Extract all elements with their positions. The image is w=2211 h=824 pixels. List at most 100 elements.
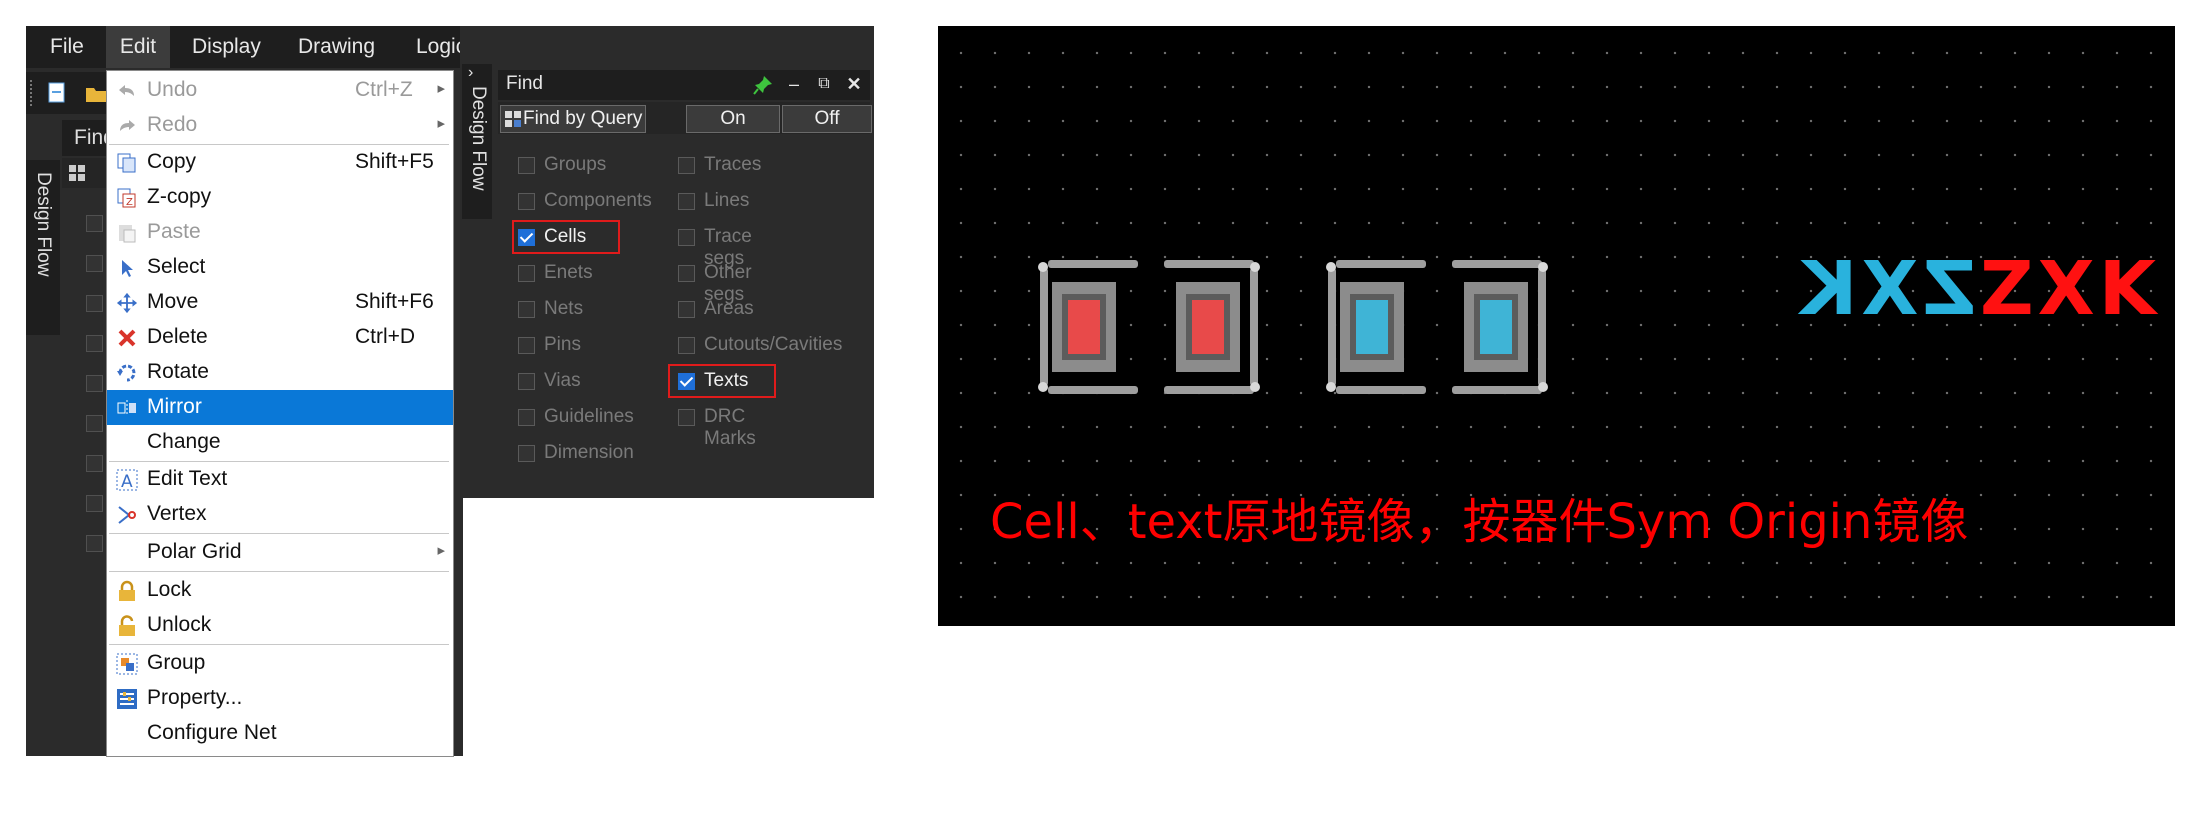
svg-text:A: A [121,472,133,491]
menu-edit[interactable]: Edit [106,26,170,68]
menu-display[interactable]: Display [192,26,261,68]
menu-separator [109,571,449,572]
undo-icon [119,85,134,96]
vertex-icon [118,506,136,524]
minimize-icon[interactable]: – [782,72,806,96]
checkbox-box[interactable] [518,337,535,354]
property-icon [117,689,137,709]
checkbox-box[interactable] [678,193,695,210]
menu-item-property[interactable]: Property... [107,681,453,716]
grid-query-icon [505,111,521,127]
checkbox-box[interactable] [678,157,695,174]
pin-icon[interactable] [752,74,774,96]
background-checkbox[interactable] [86,255,103,272]
secondary-toolbar [26,72,116,114]
close-panel-icon[interactable]: ✕ [842,72,866,96]
menu-separator [109,533,449,534]
grid-query-icon-left[interactable] [68,164,86,182]
background-checkbox[interactable] [86,295,103,312]
group-icon [116,653,138,675]
menu-item-lock[interactable]: Lock [107,573,453,608]
menu-item-edit-text[interactable]: A Edit Text [107,462,453,497]
design-flow-tab-left[interactable]: Design Flow [26,160,60,335]
collapse-arrow-icon[interactable]: › [468,64,473,82]
design-flow-tab[interactable]: › Design Flow [462,64,492,219]
menu-item-unlock[interactable]: Unlock [107,608,453,643]
find-panel-title: Find [506,73,543,94]
redo-icon [120,120,135,131]
delete-icon [118,329,136,347]
cell-cyan-left[interactable] [1326,260,1438,394]
toolbar2-grip[interactable] [30,80,36,106]
find-by-query-label: Find by Query [523,108,643,129]
checkbox-box[interactable] [518,373,535,390]
mirror-icon [117,400,136,416]
menu-item-vertex[interactable]: Vertex [107,497,453,532]
background-checkbox[interactable] [86,415,103,432]
checkbox-box[interactable] [518,157,535,174]
cell-cyan-right[interactable] [1452,260,1562,394]
menu-item-mirror[interactable]: Mirror [107,390,453,425]
menu-drawing[interactable]: Drawing [298,26,375,68]
design-flow-label-left: Design Flow [33,172,54,277]
restore-icon[interactable]: ⧉ [812,72,836,96]
paste-icon [119,225,136,243]
copy-icon [117,153,136,173]
menu-item-z-copy[interactable]: Z Z-copy [107,180,453,215]
menu-item-paste[interactable]: Paste [107,215,453,250]
submenu-arrow-icon: ▸ [437,542,445,559]
open-folder-icon-2[interactable] [84,81,108,105]
checkbox-box[interactable] [678,301,695,318]
background-checkbox[interactable] [86,455,103,472]
highlight-cells [512,220,620,254]
checkbox-box[interactable] [678,265,695,282]
background-checkbox[interactable] [86,215,103,232]
menu-item-group[interactable]: Group [107,646,453,681]
text-original-red[interactable]: ZXK [1980,246,2160,332]
menu-separator [109,644,449,645]
move-icon [116,292,138,314]
menu-item-change[interactable]: Change [107,425,453,460]
menu-logic[interactable]: Logic [416,26,460,68]
checkbox-box[interactable] [678,337,695,354]
menu-item-copy[interactable]: Copy Shift+F5 [107,145,453,180]
menu-item-delete[interactable]: Delete Ctrl+D [107,320,453,355]
annotation-caption: Cell、text原地镜像，按器件Sym Origin镜像 [990,494,1969,550]
select-arrow-icon [122,260,133,277]
menu-item-configure-net[interactable]: Configure Net [107,716,453,751]
edit-dropdown-menu: Undo Ctrl+Z ▸ Redo ▸ Copy Shift+F5 Z Z-copy … [106,70,454,757]
highlight-texts [668,364,776,398]
checkbox-box[interactable] [518,265,535,282]
background-checkbox[interactable] [86,375,103,392]
menu-item-select[interactable]: Select [107,250,453,285]
checkbox-box[interactable] [518,193,535,210]
checkbox-box[interactable] [518,301,535,318]
background-checkbox[interactable] [86,535,103,552]
menu-item-rotate[interactable]: Rotate [107,355,453,390]
menu-file[interactable]: File [50,26,84,68]
menu-item-undo[interactable]: Undo Ctrl+Z ▸ [107,73,453,108]
off-button[interactable]: Off [782,105,872,133]
menu-item-polar-grid[interactable]: Polar Grid ▸ [107,535,453,570]
unlock-icon [119,615,135,636]
checkbox-box[interactable] [678,409,695,426]
checkbox-box[interactable] [518,409,535,426]
menu-item-redo[interactable]: Redo ▸ [107,108,453,143]
checkbox-box[interactable] [518,445,535,462]
new-file-icon-2[interactable] [46,81,68,105]
svg-text:Z: Z [126,197,133,208]
rotate-icon [117,364,136,382]
find-by-query-button[interactable]: Find by Query [500,105,646,133]
cell-red-right[interactable] [1164,260,1274,394]
cell-red-left[interactable] [1038,260,1150,394]
background-checkbox[interactable] [86,335,103,352]
lock-icon [119,580,135,601]
checkbox-box[interactable] [678,229,695,246]
submenu-arrow-icon: ▸ [437,80,445,97]
edit-text-icon: A [116,469,138,491]
text-mirrored-cyan[interactable]: ZXK [1796,246,1976,332]
design-flow-label: Design Flow [468,86,489,191]
background-checkbox[interactable] [86,495,103,512]
on-button[interactable]: On [686,105,780,133]
menu-item-move[interactable]: Move Shift+F6 [107,285,453,320]
